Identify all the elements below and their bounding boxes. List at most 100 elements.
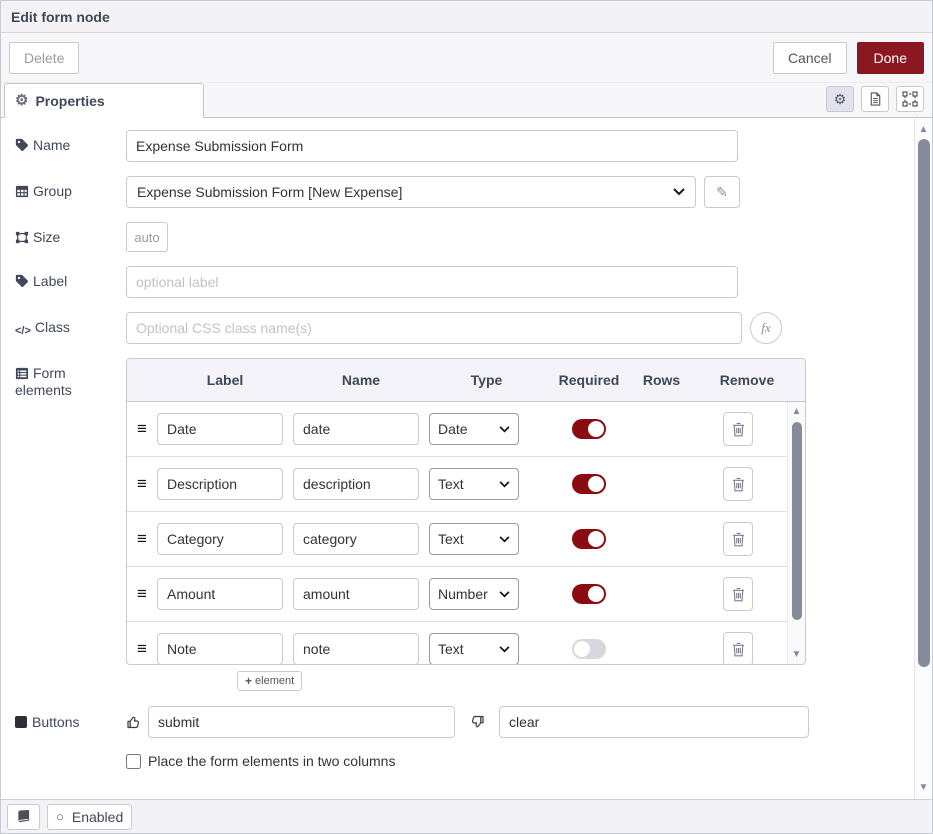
required-toggle[interactable]	[572, 639, 606, 659]
scroll-down-icon[interactable]: ▼	[919, 783, 929, 793]
form-element-row: ≡ Text	[127, 622, 787, 664]
chevron-down-icon	[499, 426, 510, 433]
element-label-input[interactable]	[157, 523, 283, 555]
name-label: Name	[15, 130, 126, 154]
element-type-select[interactable]: Text	[429, 633, 519, 664]
done-button[interactable]: Done	[857, 42, 924, 74]
element-label-input[interactable]	[157, 413, 283, 445]
dialog-toolbar: Delete Cancel Done	[1, 33, 932, 83]
element-type-select[interactable]: Text	[429, 523, 519, 555]
remove-element-button[interactable]	[723, 632, 753, 664]
label-label: Label	[15, 266, 126, 290]
panel-scrollbar[interactable]: ▲ ▼	[914, 118, 932, 799]
delete-button[interactable]: Delete	[9, 42, 79, 74]
remove-element-button[interactable]	[723, 522, 753, 556]
chevron-down-icon	[499, 481, 510, 488]
remove-element-button[interactable]	[723, 577, 753, 611]
element-name-input[interactable]	[293, 413, 419, 445]
table-scrollbar[interactable]: ▲ ▼	[787, 402, 805, 664]
two-columns-option: Place the form elements in two columns	[126, 753, 916, 769]
element-type-select[interactable]: Number	[429, 578, 519, 610]
element-name-input[interactable]	[293, 468, 419, 500]
edit-group-button[interactable]: ✎	[704, 176, 740, 208]
table-scrollbar-thumb[interactable]	[792, 422, 802, 620]
trash-icon	[732, 477, 745, 492]
description-icon-button[interactable]	[861, 86, 889, 112]
form-elements-label: Form elements	[15, 358, 126, 399]
trash-icon	[732, 642, 745, 657]
gear-icon: ⚙	[15, 93, 28, 108]
trash-icon	[732, 587, 745, 602]
required-toggle[interactable]	[572, 419, 606, 439]
element-label-input[interactable]	[157, 578, 283, 610]
expression-button[interactable]: fx	[750, 312, 782, 344]
edit-form-node-dialog: Edit form node Delete Cancel Done ⚙ Prop…	[0, 0, 933, 834]
drag-handle-icon[interactable]: ≡	[127, 529, 157, 549]
trash-icon	[732, 532, 745, 547]
cancel-button[interactable]: Cancel	[773, 42, 847, 74]
name-input[interactable]	[126, 130, 738, 162]
drag-handle-icon[interactable]: ≡	[127, 584, 157, 604]
dialog-title: Edit form node	[11, 9, 110, 25]
submit-button-input[interactable]	[148, 706, 455, 738]
tag-icon	[15, 274, 29, 288]
drag-handle-icon[interactable]: ≡	[127, 639, 157, 659]
scroll-up-icon[interactable]: ▲	[919, 125, 929, 135]
element-type-value: Text	[438, 476, 499, 492]
add-element-button[interactable]: + element	[237, 671, 302, 691]
enabled-toggle-button[interactable]: ○ Enabled	[47, 804, 132, 830]
scroll-down-icon[interactable]: ▼	[792, 650, 802, 660]
tab-properties[interactable]: ⚙ Properties	[4, 83, 204, 118]
element-type-value: Date	[438, 421, 499, 437]
required-toggle[interactable]	[572, 474, 606, 494]
group-select-value: Expense Submission Form [New Expense]	[137, 184, 673, 200]
element-type-select[interactable]: Text	[429, 468, 519, 500]
drag-handle-icon[interactable]: ≡	[127, 419, 157, 439]
fx-icon: fx	[761, 320, 770, 336]
table-icon	[15, 185, 29, 198]
properties-icon-button[interactable]: ⚙	[826, 86, 854, 112]
tag-icon	[15, 138, 29, 152]
enabled-label: Enabled	[72, 809, 123, 825]
label-field-row: Label	[15, 266, 916, 298]
docs-button[interactable]	[7, 804, 40, 830]
buttons-field-row: Buttons	[15, 706, 916, 738]
name-field-row: Name	[15, 130, 916, 162]
required-toggle[interactable]	[572, 529, 606, 549]
remove-element-button[interactable]	[723, 412, 753, 446]
scroll-up-icon[interactable]: ▲	[792, 407, 802, 417]
form-element-row: ≡ Text	[127, 512, 787, 567]
group-select[interactable]: Expense Submission Form [New Expense]	[126, 176, 696, 208]
panel-scrollbar-thumb[interactable]	[918, 139, 930, 667]
clear-button-input[interactable]	[499, 706, 809, 738]
element-type-value: Text	[438, 531, 499, 547]
dialog-titlebar: Edit form node	[1, 1, 932, 33]
drag-handle-icon[interactable]: ≡	[127, 474, 157, 494]
list-icon	[15, 367, 29, 380]
form-element-list: ≡ Date ≡	[127, 402, 787, 664]
gear-icon: ⚙	[834, 91, 847, 108]
element-name-input[interactable]	[293, 633, 419, 664]
two-columns-checkbox[interactable]	[126, 754, 141, 769]
size-field-row: Size auto	[15, 222, 916, 252]
label-input[interactable]	[126, 266, 738, 298]
appearance-icon-button[interactable]	[896, 86, 924, 112]
element-label-input[interactable]	[157, 468, 283, 500]
remove-element-button[interactable]	[723, 467, 753, 501]
size-button[interactable]: auto	[126, 222, 168, 252]
element-label-input[interactable]	[157, 633, 283, 664]
required-toggle[interactable]	[572, 584, 606, 604]
element-name-input[interactable]	[293, 523, 419, 555]
frame-icon	[902, 91, 918, 107]
class-label: </>Class	[15, 312, 126, 340]
table-header: Label Name Type Required Rows Remove	[127, 359, 805, 402]
class-input[interactable]	[126, 312, 742, 344]
header-type: Type	[429, 372, 544, 388]
header-required: Required	[544, 372, 634, 388]
trash-icon	[732, 422, 745, 437]
tab-bar: ⚙ Properties ⚙	[1, 83, 932, 118]
element-name-input[interactable]	[293, 578, 419, 610]
form-elements-row: Form elements Label Name Type Required R…	[15, 358, 916, 691]
group-field-row: Group Expense Submission Form [New Expen…	[15, 176, 916, 208]
element-type-select[interactable]: Date	[429, 413, 519, 445]
